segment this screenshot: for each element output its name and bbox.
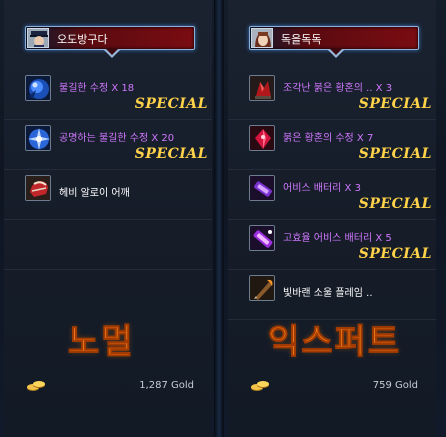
item-name: 어비스 배터리 X 3 (283, 183, 361, 194)
pointer-icon (328, 49, 344, 58)
special-tag: SPECIAL (358, 196, 432, 212)
red-shoulder-armor-icon (25, 175, 51, 201)
special-tag: SPECIAL (358, 246, 432, 262)
player-avatar (251, 28, 273, 48)
player-name: 오도방구다 (57, 33, 108, 46)
difficulty-label: 익스퍼트 (267, 322, 402, 363)
player-name: 독을독독 (281, 33, 322, 46)
item-name: 불길한 수정 X 18 (59, 83, 135, 94)
gold-reward: 1,287 Gold (4, 374, 212, 398)
reward-item[interactable]: 헤비 알로이 어깨 (4, 170, 212, 220)
reward-item[interactable]: 어비스 배터리 X 3 SPECIAL (228, 170, 436, 220)
player-avatar (27, 28, 49, 48)
item-name: 헤비 알로이 어깨 (59, 188, 130, 199)
panel-divider (214, 0, 224, 437)
reward-item[interactable]: 빛바랜 소울 플레임 .. (228, 270, 436, 320)
empty-slot (4, 220, 212, 270)
reward-item[interactable]: 공명하는 불길한 수정 X 20 SPECIAL (4, 120, 212, 170)
reward-panel-expert: 독을독독 조각난 붉은 황혼의 .. X 3 SPECIAL 붉은 황혼의 수정… (228, 0, 436, 437)
reward-item-list: 조각난 붉은 황혼의 .. X 3 SPECIAL 붉은 황혼의 수정 X 7 … (228, 70, 436, 320)
gold-amount: 759 Gold (372, 380, 418, 391)
item-name: 빛바랜 소울 플레임 .. (283, 288, 373, 299)
reward-panel-normal: 오도방구다 불길한 수정 X 18 SPECIAL 공명하는 불길한 수정 X … (4, 0, 212, 437)
reward-item[interactable]: 고효율 어비스 배터리 X 5 SPECIAL (228, 220, 436, 270)
purple-battery-icon (249, 175, 275, 201)
pointer-icon (104, 49, 120, 58)
player-name-bar: 독을독독 (249, 26, 419, 58)
difficulty-label: 노멀 (68, 322, 135, 363)
item-name: 공명하는 불길한 수정 X 20 (59, 133, 175, 144)
special-tag: SPECIAL (134, 96, 208, 112)
item-name: 조각난 붉은 황혼의 .. X 3 (283, 83, 393, 94)
blue-crystal-burst-icon (25, 125, 51, 151)
red-crystal-icon (249, 125, 275, 151)
purple-battery-hq-icon (249, 225, 275, 251)
reward-item[interactable]: 조각난 붉은 황혼의 .. X 3 SPECIAL (228, 70, 436, 120)
red-shard-icon (249, 75, 275, 101)
reward-item-list: 불길한 수정 X 18 SPECIAL 공명하는 불길한 수정 X 20 SPE… (4, 70, 212, 270)
item-name: 붉은 황혼의 수정 X 7 (283, 133, 374, 144)
special-tag: SPECIAL (134, 146, 208, 162)
gold-coin-icon (251, 381, 269, 391)
reward-item[interactable]: 붉은 황혼의 수정 X 7 SPECIAL (228, 120, 436, 170)
blue-crystal-icon (25, 75, 51, 101)
soul-flame-weapon-icon (249, 275, 275, 301)
gold-amount: 1,287 Gold (139, 380, 194, 391)
player-name-bar: 오도방구다 (25, 26, 195, 58)
special-tag: SPECIAL (358, 146, 432, 162)
item-name: 고효율 어비스 배터리 X 5 (283, 233, 392, 244)
special-tag: SPECIAL (358, 96, 432, 112)
gold-coin-icon (27, 381, 45, 391)
reward-item[interactable]: 불길한 수정 X 18 SPECIAL (4, 70, 212, 120)
gold-reward: 759 Gold (228, 374, 436, 398)
